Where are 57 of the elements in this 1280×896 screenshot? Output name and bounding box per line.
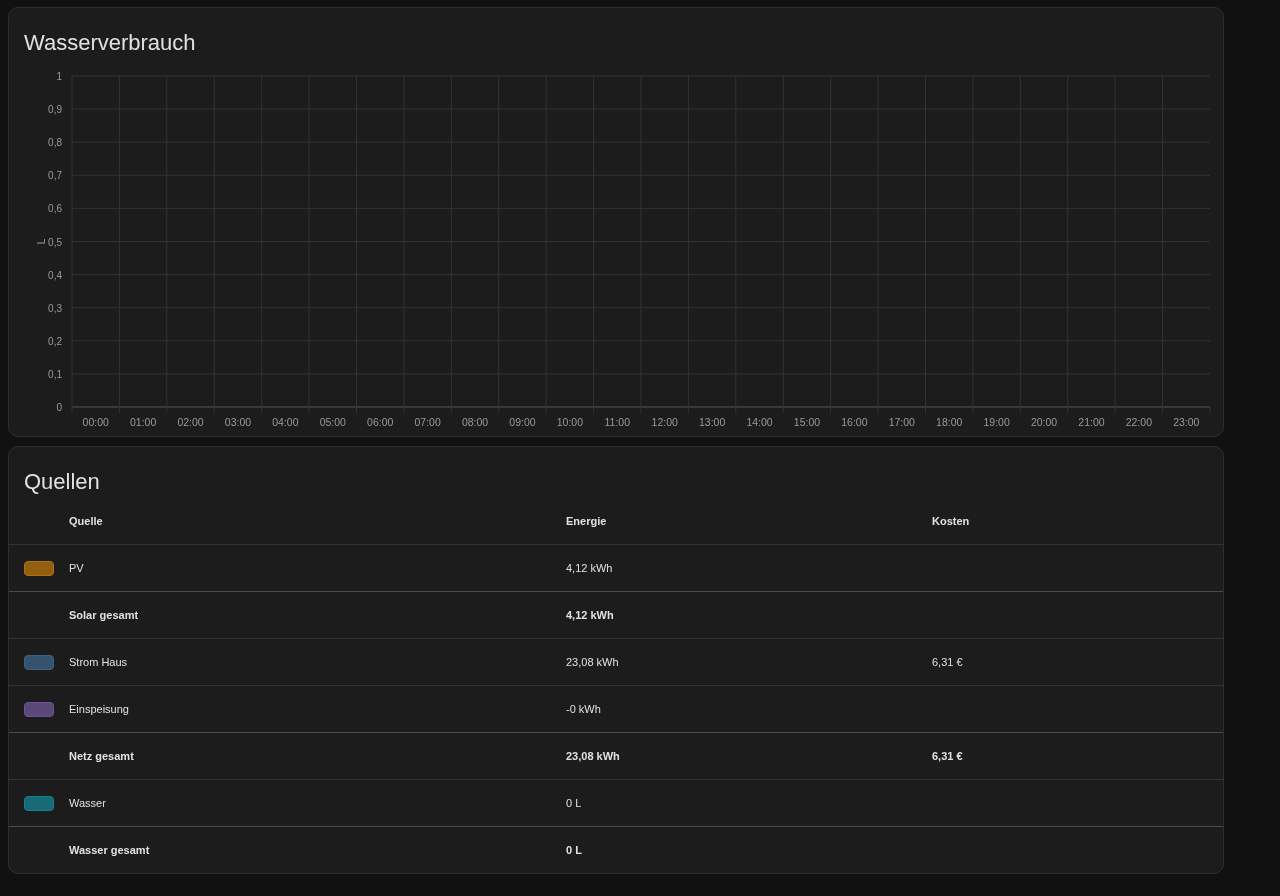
y-tick-label: 0,1 <box>48 368 62 380</box>
y-tick-label: 0,4 <box>48 269 62 281</box>
source-name: Wasser gesamt <box>69 844 150 856</box>
source-name: Strom Haus <box>69 656 128 668</box>
source-name: Einspeisung <box>69 703 129 715</box>
y-tick-label: 0,5 <box>48 236 62 248</box>
energy-value: 23,08 kWh <box>566 656 619 668</box>
x-tick-label: 05:00 <box>319 416 346 428</box>
energy-value: 4,12 kWh <box>566 609 614 621</box>
x-tick-label: 14:00 <box>746 416 773 428</box>
card-title: Wasserverbrauch <box>23 29 197 57</box>
energy-value: 4,12 kWh <box>566 562 613 574</box>
x-tick-label: 11:00 <box>604 416 631 428</box>
y-tick-label: 1 <box>56 71 62 82</box>
y-tick-label: 0,8 <box>48 137 62 149</box>
column-header: Kosten <box>932 497 1223 545</box>
cost-value: 6,31 € <box>932 656 963 668</box>
x-tick-label: 01:00 <box>130 416 157 428</box>
x-tick-label: 06:00 <box>367 416 394 428</box>
x-tick-label: 10:00 <box>556 416 583 428</box>
x-tick-label: 12:00 <box>651 416 678 428</box>
energy-value: -0 kWh <box>566 703 601 715</box>
x-tick-label: 16:00 <box>841 416 868 428</box>
x-tick-label: 20:00 <box>1030 416 1058 428</box>
x-tick-label: 09:00 <box>509 416 536 428</box>
source-name: PV <box>69 562 84 574</box>
source-name: Solar gesamt <box>69 609 139 621</box>
x-tick-label: 19:00 <box>983 416 1010 428</box>
x-tick-label: 22:00 <box>1125 416 1152 428</box>
x-tick-label: 08:00 <box>461 416 489 428</box>
energy-value: 0 L <box>566 844 582 856</box>
x-tick-label: 13:00 <box>699 416 726 428</box>
cost-value: 6,31 € <box>932 750 963 762</box>
column-header: Quelle <box>69 497 566 545</box>
source-name: Netz gesamt <box>69 750 134 762</box>
energy-value: 23,08 kWh <box>566 750 620 762</box>
y-axis-label: L <box>36 238 47 245</box>
x-tick-label: 04:00 <box>272 416 299 428</box>
x-tick-label: 15:00 <box>793 416 821 428</box>
x-tick-label: 23:00 <box>1173 416 1200 428</box>
x-tick-label: 07:00 <box>414 416 441 428</box>
card-title: Quellen <box>23 468 101 496</box>
column-header: Energie <box>566 497 932 545</box>
x-tick-label: 18:00 <box>936 416 963 428</box>
x-tick-label: 03:00 <box>224 416 252 428</box>
y-tick-label: 0,9 <box>48 104 62 116</box>
source-name: Wasser <box>69 797 106 809</box>
x-tick-label: 00:00 <box>82 416 109 428</box>
y-tick-label: 0,7 <box>48 170 62 182</box>
energy-value: 0 L <box>566 797 582 809</box>
x-tick-label: 02:00 <box>177 416 204 428</box>
x-tick-label: 21:00 <box>1078 416 1105 428</box>
y-tick-label: 0,3 <box>48 302 62 314</box>
y-tick-label: 0,2 <box>48 335 62 347</box>
x-tick-label: 17:00 <box>888 416 915 428</box>
y-tick-label: 0 <box>56 402 62 413</box>
y-tick-label: 0,6 <box>48 203 62 215</box>
